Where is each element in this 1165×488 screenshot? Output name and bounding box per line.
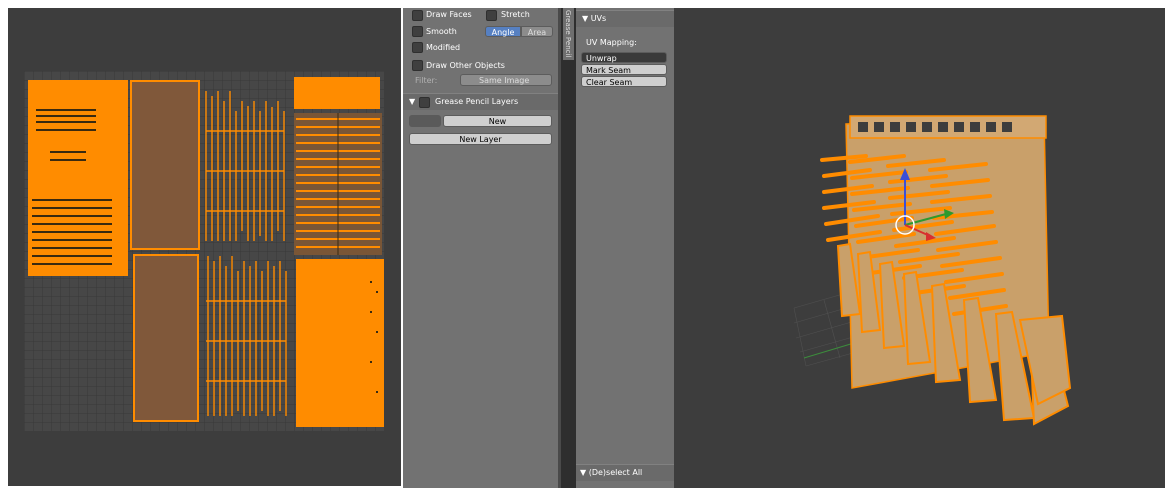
angle-button[interactable]: Angle xyxy=(485,26,521,37)
new-button[interactable]: New xyxy=(443,115,552,127)
uv-island-left xyxy=(28,80,128,276)
draw-other-objects-checkbox[interactable] xyxy=(412,60,423,71)
3d-viewport[interactable] xyxy=(674,8,1165,488)
modified-label: Modified xyxy=(426,43,461,52)
uv-grid[interactable] xyxy=(24,71,384,431)
side-tab-strip: Grease Pencil xyxy=(561,8,576,488)
grease-pencil-tab[interactable]: Grease Pencil xyxy=(563,8,574,60)
grease-pencil-header[interactable]: ▼ Grease Pencil Layers xyxy=(403,93,558,110)
grease-pencil-title: Grease Pencil Layers xyxy=(435,97,519,106)
top-rail xyxy=(849,115,1047,139)
mark-seam-button[interactable]: Mark Seam xyxy=(581,64,667,75)
uvs-header[interactable]: ▼ UVs xyxy=(576,10,674,27)
smooth-label: Smooth xyxy=(426,27,457,36)
filter-label: Filter: xyxy=(415,76,438,85)
uv-editor[interactable] xyxy=(8,8,401,486)
stretch-label: Stretch xyxy=(501,10,530,19)
uv-tool-panel: ▼ UVs UV Mapping: Unwrap Mark Seam Clear… xyxy=(576,8,674,488)
filter-dropdown[interactable]: Same Image xyxy=(460,74,552,86)
deselect-all-label: ▼ (De)select All xyxy=(580,468,643,477)
new-layer-button[interactable]: New Layer xyxy=(409,133,552,145)
grease-pencil-tab-label: Grease Pencil xyxy=(564,10,572,58)
uvs-title: ▼ UVs xyxy=(582,14,607,23)
draw-other-objects-label: Draw Other Objects xyxy=(426,61,505,70)
pencil-icon[interactable] xyxy=(409,115,441,127)
area-button[interactable]: Area xyxy=(521,26,553,37)
draw-faces-checkbox[interactable] xyxy=(412,10,423,21)
smooth-checkbox[interactable] xyxy=(412,26,423,37)
modified-checkbox[interactable] xyxy=(412,42,423,53)
filter-value: Same Image xyxy=(479,76,530,85)
properties-panel: Draw Faces Stretch Smooth Angle Area Mod… xyxy=(403,8,558,488)
uv-mapping-label: UV Mapping: xyxy=(586,38,637,47)
unwrap-dropdown[interactable]: Unwrap xyxy=(581,52,667,63)
grease-pencil-checkbox[interactable] xyxy=(419,97,430,108)
draw-faces-label: Draw Faces xyxy=(426,10,472,19)
collapse-triangle-icon: ▼ xyxy=(409,97,416,106)
uv-island-rows xyxy=(294,113,382,255)
deselect-all-header[interactable]: ▼ (De)select All xyxy=(576,464,674,481)
clear-seam-button[interactable]: Clear Seam xyxy=(581,76,667,87)
stretch-checkbox[interactable] xyxy=(486,10,497,21)
